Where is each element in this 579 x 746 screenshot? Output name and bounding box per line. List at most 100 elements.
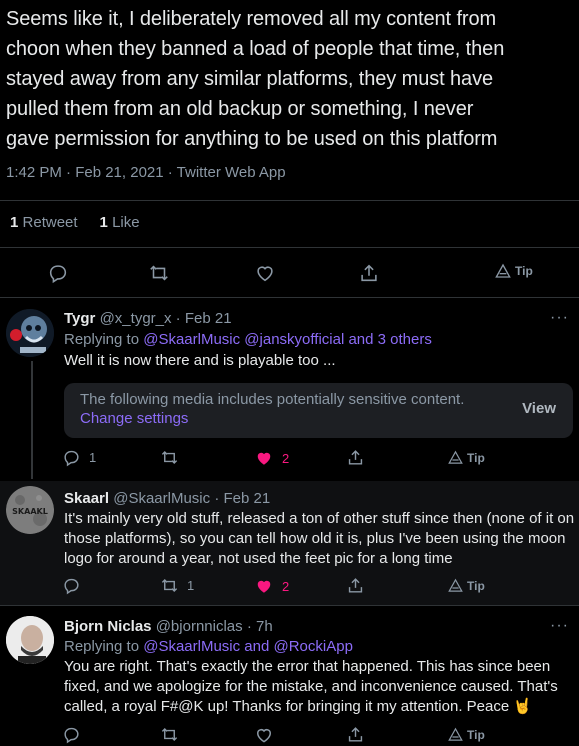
like-button[interactable]: 2 bbox=[254, 576, 289, 596]
heart-filled-icon bbox=[257, 580, 271, 593]
like-button[interactable] bbox=[254, 262, 276, 284]
reply-date[interactable]: · 7h bbox=[247, 618, 273, 635]
divider bbox=[0, 247, 579, 248]
tip-button[interactable]: Tip bbox=[495, 263, 533, 279]
likes-link[interactable]: 1 Like bbox=[100, 214, 140, 231]
moon-logo-avatar: SKAAKL bbox=[6, 486, 54, 534]
reply-button[interactable] bbox=[47, 262, 69, 284]
reply-count: 1 bbox=[89, 450, 97, 465]
tweet-timestamp[interactable]: 1:42 PM · Feb 21, 2021 · Twitter Web App bbox=[6, 164, 286, 181]
reply-icon bbox=[64, 727, 79, 744]
reply-text: It's mainly very old stuff, released a t… bbox=[64, 510, 575, 567]
main-tweet-line: Seems like it, I deliberately removed al… bbox=[6, 8, 497, 30]
share-button[interactable] bbox=[346, 576, 365, 595]
avatar-bjorn[interactable] bbox=[6, 616, 54, 664]
share-icon bbox=[348, 727, 363, 742]
avatar-logo-text: SKAAKL bbox=[12, 507, 48, 516]
tip-button[interactable]: Tip bbox=[448, 450, 485, 465]
tip-icon bbox=[448, 450, 463, 464]
retweet-button[interactable]: 1 bbox=[160, 576, 194, 595]
reply-icon bbox=[64, 578, 79, 595]
display-name[interactable]: Bjorn Niclas bbox=[64, 618, 152, 635]
retweet-stat-label: Retweet bbox=[22, 214, 78, 231]
reply-date[interactable]: · Feb 21 bbox=[214, 490, 270, 507]
tip-label: Tip bbox=[467, 450, 485, 465]
replying-to: Replying to @SkaarlMusic @janskyofficial… bbox=[64, 331, 432, 348]
retweet-count: 1 bbox=[10, 214, 19, 231]
retweet-button[interactable] bbox=[160, 448, 179, 467]
heart-icon bbox=[257, 266, 273, 282]
main-tweet-text: Seems like it, I deliberately removed al… bbox=[6, 4, 578, 154]
like-count: 2 bbox=[282, 450, 290, 466]
main-tweet-line: pulled them from an old backup or someth… bbox=[6, 98, 474, 120]
replying-to-label: Replying to bbox=[64, 331, 140, 348]
like-button[interactable] bbox=[254, 725, 274, 745]
avatar-skaarl[interactable]: SKAAKL bbox=[6, 486, 54, 534]
heart-icon bbox=[257, 729, 271, 743]
tweet-stats: 1 Retweet 1 Like bbox=[10, 214, 140, 231]
bjorn-avatar-image bbox=[6, 616, 54, 664]
reply-text: Well it is now there and is playable too… bbox=[64, 352, 336, 369]
tip-button[interactable]: Tip bbox=[448, 578, 485, 593]
reply-text: You are right. That's exactly the error … bbox=[64, 658, 558, 715]
display-name[interactable]: Tygr bbox=[64, 310, 95, 327]
thread-line bbox=[31, 361, 33, 479]
main-tweet-line: stayed away from any similar platforms, … bbox=[6, 68, 494, 90]
more-options-button[interactable]: ··· bbox=[550, 617, 569, 635]
retweet-count: 1 bbox=[187, 578, 195, 593]
heart-filled-icon bbox=[257, 452, 271, 465]
retweet-icon bbox=[161, 578, 178, 593]
retweet-icon bbox=[150, 265, 168, 281]
reply-header: Skaarl @SkaarlMusic · Feb 21 bbox=[64, 490, 270, 507]
user-handle[interactable]: @SkaarlMusic bbox=[113, 490, 210, 507]
replying-to-label: Replying to bbox=[64, 638, 140, 655]
change-settings-link[interactable]: Change settings bbox=[80, 410, 188, 427]
share-icon bbox=[348, 578, 363, 593]
like-count: 2 bbox=[282, 578, 290, 594]
replying-to: Replying to @SkaarlMusic and @RockiApp bbox=[64, 638, 353, 655]
main-tweet-actions: Tip bbox=[0, 258, 579, 288]
reply-header: Bjorn Niclas @bjornniclas · 7h bbox=[64, 618, 273, 635]
retweet-button[interactable] bbox=[148, 262, 170, 284]
view-media-button[interactable]: View bbox=[522, 400, 556, 417]
reply-button[interactable] bbox=[62, 725, 81, 744]
like-button[interactable]: 2 bbox=[254, 448, 289, 468]
tip-icon bbox=[495, 263, 511, 278]
more-options-button[interactable]: ··· bbox=[550, 309, 569, 327]
tygr-avatar-image bbox=[6, 309, 54, 357]
tip-icon bbox=[448, 727, 463, 741]
share-icon bbox=[348, 450, 363, 465]
main-tweet-line: gave permission for anything to be used … bbox=[6, 128, 498, 150]
reply-icon bbox=[49, 265, 67, 284]
share-button[interactable] bbox=[346, 448, 365, 467]
tip-label: Tip bbox=[515, 264, 533, 278]
share-icon bbox=[361, 264, 377, 282]
sensitive-message: The following media includes potentially… bbox=[80, 391, 465, 408]
tip-button[interactable]: Tip bbox=[448, 727, 485, 742]
reply-button[interactable]: 1 bbox=[62, 448, 96, 467]
user-handle[interactable]: @bjornniclas bbox=[156, 618, 243, 635]
retweet-button[interactable] bbox=[160, 725, 179, 744]
user-handle[interactable]: @x_tygr_x bbox=[100, 310, 172, 327]
reply-header: Tygr @x_tygr_x · Feb 21 bbox=[64, 310, 232, 327]
reply-icon bbox=[64, 450, 79, 467]
divider bbox=[0, 200, 579, 201]
tip-label: Tip bbox=[467, 578, 485, 593]
main-tweet-line: choon when they banned a load of people … bbox=[6, 38, 505, 60]
like-count: 1 bbox=[99, 214, 108, 231]
tip-label: Tip bbox=[467, 727, 485, 742]
sensitive-media-warning: The following media includes potentially… bbox=[64, 383, 573, 438]
retweet-icon bbox=[161, 727, 178, 742]
avatar-tygr[interactable] bbox=[6, 309, 54, 357]
like-stat-label: Like bbox=[112, 214, 140, 231]
retweet-icon bbox=[161, 450, 178, 465]
share-button[interactable] bbox=[346, 725, 365, 744]
tip-icon bbox=[448, 578, 463, 592]
retweets-link[interactable]: 1 Retweet bbox=[10, 214, 78, 231]
share-button[interactable] bbox=[358, 262, 380, 284]
reply-date[interactable]: · Feb 21 bbox=[176, 310, 232, 327]
display-name[interactable]: Skaarl bbox=[64, 490, 109, 507]
reply-button[interactable] bbox=[62, 576, 81, 595]
replying-to-mentions[interactable]: @SkaarlMusic and @RockiApp bbox=[143, 638, 353, 655]
replying-to-mentions[interactable]: @SkaarlMusic @janskyofficial and 3 other… bbox=[143, 331, 432, 348]
